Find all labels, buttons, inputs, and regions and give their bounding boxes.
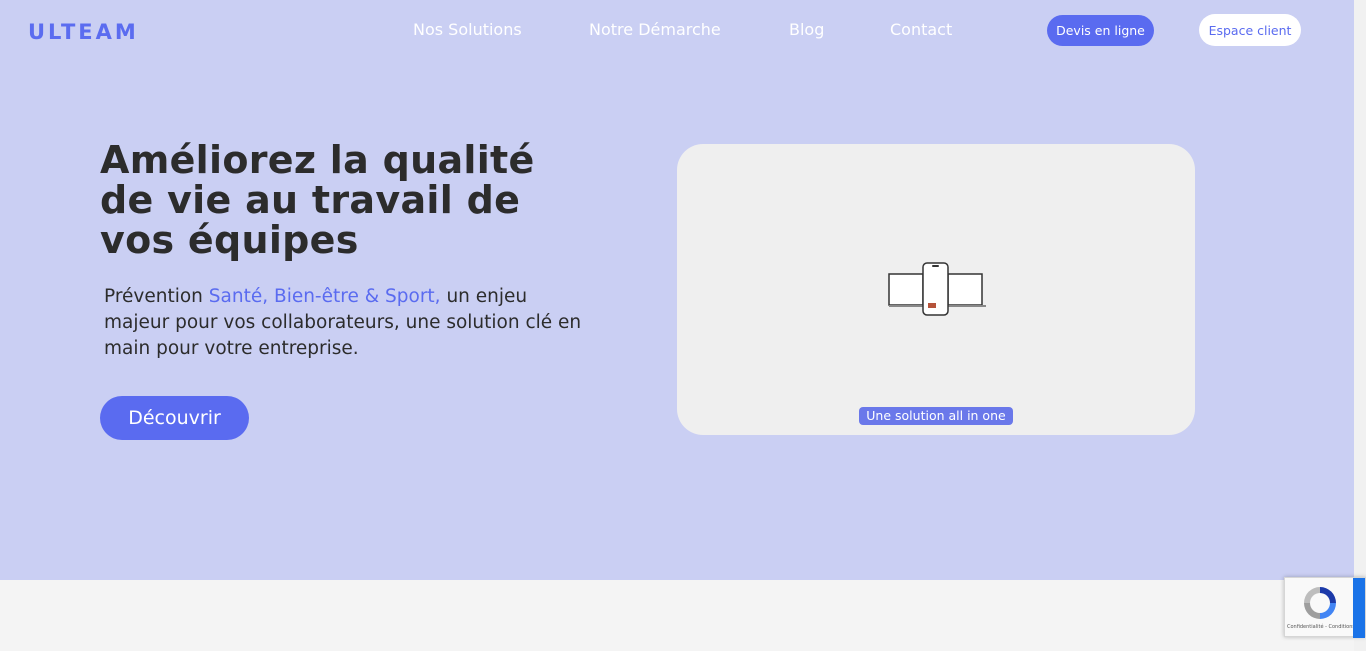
recaptcha-bar bbox=[1353, 578, 1365, 638]
media-caption: Une solution all in one bbox=[859, 407, 1013, 425]
logo[interactable]: ULTEAM bbox=[28, 20, 139, 44]
nav-link-notre-demarche[interactable]: Notre Démarche bbox=[589, 20, 721, 39]
recaptcha-icon bbox=[1304, 587, 1336, 619]
hero-section: ULTEAM Nos Solutions Notre Démarche Blog… bbox=[0, 0, 1354, 580]
nav-link-nos-solutions[interactable]: Nos Solutions bbox=[413, 20, 522, 39]
recaptcha-label[interactable]: Confidentialité - Conditions bbox=[1287, 624, 1355, 630]
hero-headline: Améliorez la qualité de vie au travail d… bbox=[100, 138, 535, 262]
hero-subtitle-accent: Santé, Bien-être & Sport, bbox=[208, 286, 441, 307]
media-card[interactable]: Une solution all in one bbox=[677, 144, 1195, 435]
scrollbar[interactable] bbox=[1354, 0, 1366, 651]
recaptcha-badge[interactable]: Confidentialité - Conditions bbox=[1284, 577, 1366, 638]
hero-subtitle-prefix: Prévention bbox=[104, 286, 209, 307]
devis-en-ligne-button[interactable]: Devis en ligne bbox=[1047, 15, 1154, 46]
hero-subtitle: Prévention Santé, Bien-être & Sport, un … bbox=[104, 284, 584, 362]
espace-client-button[interactable]: Espace client bbox=[1199, 14, 1301, 46]
nav-link-blog[interactable]: Blog bbox=[789, 20, 824, 39]
nav-link-contact[interactable]: Contact bbox=[890, 20, 952, 39]
decouvrir-button[interactable]: Découvrir bbox=[100, 396, 249, 440]
devices-illustration-icon bbox=[888, 262, 986, 316]
